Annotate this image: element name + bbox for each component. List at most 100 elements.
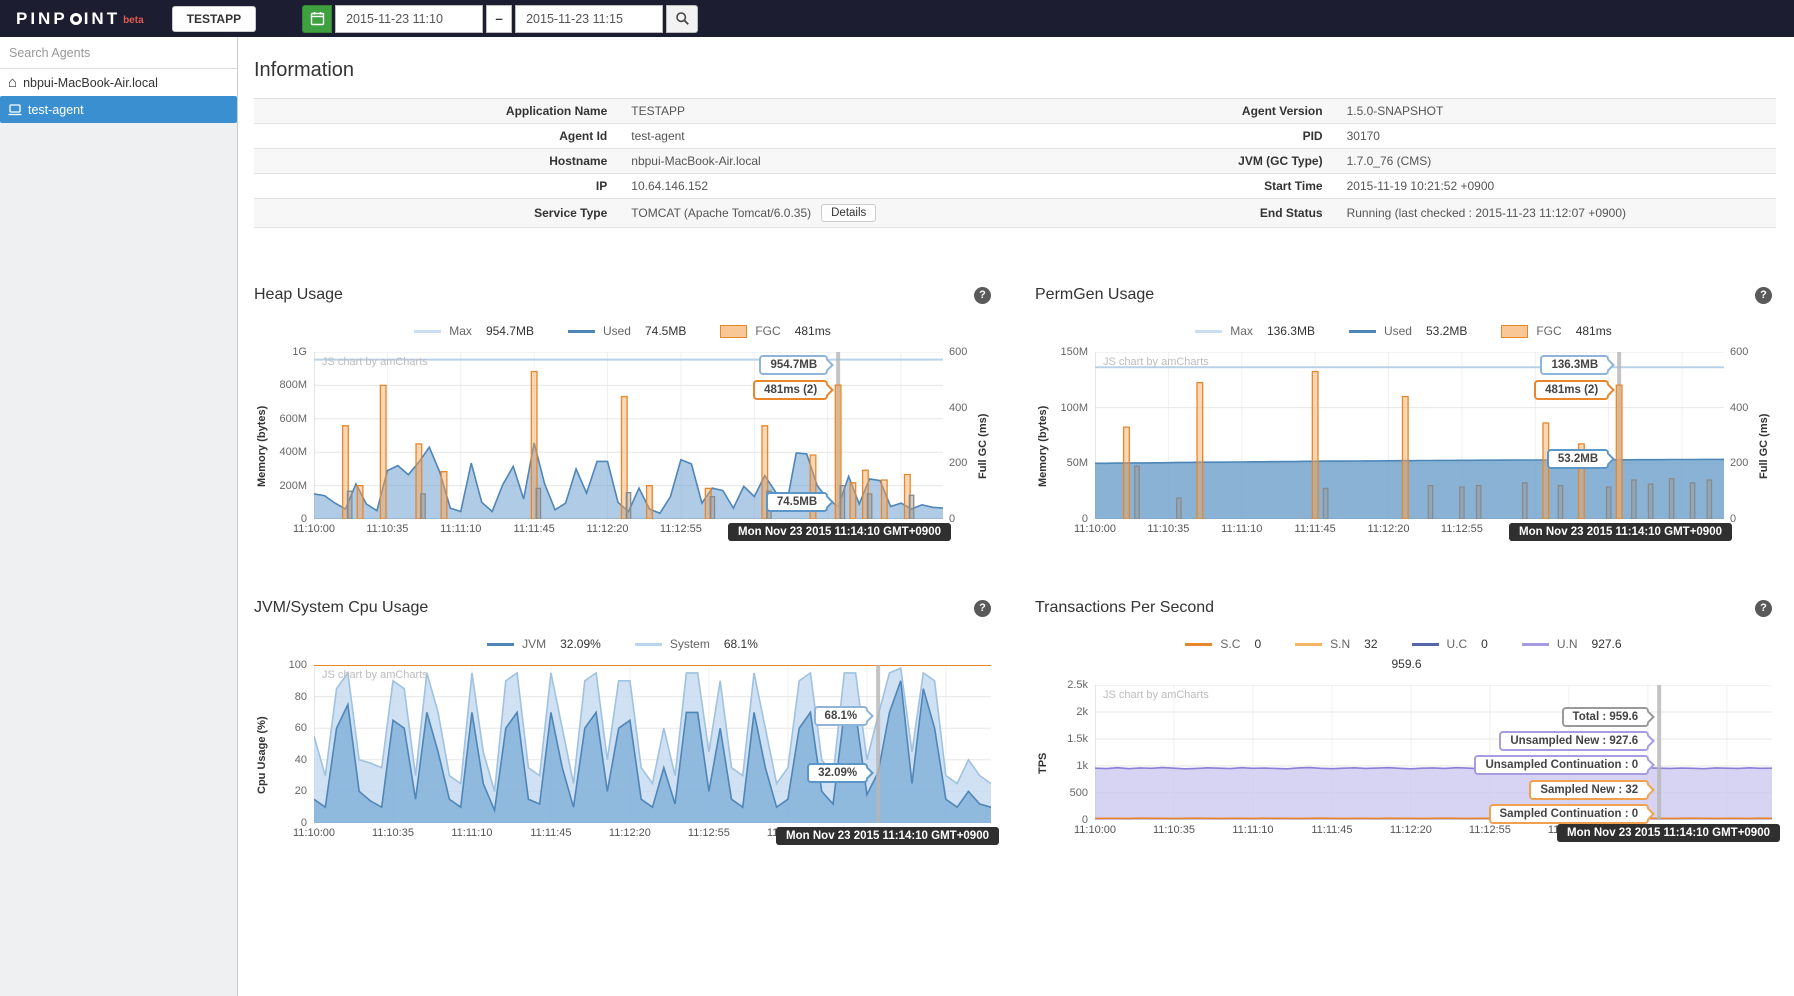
y-axis-ticks: 2.5k 2k 1.5k 1k 500 0 (1051, 679, 1095, 826)
date-separator-button[interactable]: – (486, 4, 513, 33)
agent-info-table: Application Name TESTAPP Agent Version 1… (254, 98, 1776, 228)
x-tick-label: 11:10:00 (292, 827, 336, 839)
value-tooltip: 136.3MB (1540, 355, 1610, 376)
y-tick-label: 1k (1076, 760, 1088, 772)
chart-title: Transactions Per Second (1035, 599, 1215, 616)
info-label: Service Type (534, 206, 608, 220)
search-agents-input[interactable] (0, 37, 237, 69)
legend-label: U.N (1556, 637, 1578, 651)
top-navigation-bar: PINP INT beta TESTAPP – (0, 0, 1794, 37)
legend-swatch (634, 642, 662, 646)
tps-chart: Transactions Per Second S.C 0 S.N 32 U.C 0 U.N… (1035, 599, 1780, 845)
legend-item[interactable]: S.C 0 (1185, 637, 1261, 651)
x-tick-label: 11:12:20 (586, 523, 629, 535)
info-value: 1.5.0-SNAPSHOT (1346, 104, 1444, 118)
help-icon[interactable] (974, 286, 991, 304)
y-tick-label: 40 (294, 753, 307, 766)
legend-value: 0 (1481, 637, 1488, 651)
legend-item[interactable]: FGC 481ms (720, 324, 831, 338)
y-tick-label: 800M (279, 379, 307, 392)
plot-area[interactable]: JS chart by amCharts 954.7MB 481ms (2) 74.… (314, 352, 951, 541)
y2-axis-ticks: 600 400 200 0 (943, 346, 975, 525)
y2-tick-label: 400 (1730, 401, 1749, 414)
legend-item[interactable]: JVM 32.09% (487, 637, 601, 651)
sidebar-item-agent[interactable]: test-agent (0, 96, 237, 123)
y-axis-label: Cpu Usage (%) (256, 716, 268, 794)
date-to-input[interactable] (515, 4, 664, 33)
x-tick-label: 11:12:20 (608, 827, 651, 839)
x-tick-label: 11:11:10 (451, 827, 493, 839)
y-tick-label: 2.5k (1067, 679, 1088, 691)
info-label: IP (595, 179, 608, 193)
y-tick-label: 1G (292, 346, 307, 358)
y2-tick-label: 600 (1730, 346, 1749, 358)
desktop-icon (8, 103, 22, 115)
x-tick-label: 11:12:20 (1367, 523, 1410, 535)
chart-title: JVM/System Cpu Usage (254, 599, 429, 616)
chart-legend-total: 959.6 (1035, 657, 1772, 671)
plot-area[interactable]: JS chart by amCharts 136.3MB 481ms (2) 53.… (1095, 352, 1732, 541)
x-tick-label: 11:10:00 (1073, 523, 1117, 535)
value-tooltip: Unsampled New : 927.6 (1499, 730, 1650, 751)
value-tooltip: Total : 959.6 (1561, 706, 1650, 727)
legend-value: 74.5MB (644, 324, 687, 338)
legend-item[interactable]: FGC 481ms (1501, 324, 1612, 338)
legend-swatch (1521, 642, 1549, 646)
legend-item[interactable]: U.C 0 (1411, 637, 1488, 651)
sidebar-item-host[interactable]: ⌂ nbpui-MacBook-Air.local (0, 69, 237, 96)
x-tick-label: 11:11:45 (1294, 523, 1336, 535)
pinpoint-logo-o-icon (69, 12, 82, 25)
legend-item[interactable]: Used 74.5MB (567, 324, 687, 338)
application-selector-button[interactable]: TESTAPP (171, 5, 257, 32)
date-search-button[interactable] (666, 4, 699, 33)
x-tick-label: 11:12:20 (1389, 824, 1432, 836)
x-tick-label: 11:11:10 (1221, 523, 1263, 535)
calendar-icon (310, 12, 324, 26)
info-value: 10.64.146.152 (631, 179, 709, 193)
legend-swatch (414, 329, 442, 333)
plot-area[interactable]: JS chart by amCharts Total : 959.6 Unsamp… (1095, 685, 1780, 842)
y-tick-label: 150M (1060, 346, 1088, 358)
details-button[interactable]: Details (821, 204, 877, 222)
value-tooltip: 954.7MB (759, 355, 829, 376)
legend-item[interactable]: Max 954.7MB (414, 324, 534, 338)
date-range-picker: – (302, 4, 699, 33)
info-value: 2015-11-19 10:21:52 +0900 (1346, 179, 1495, 193)
legend-total-value: 959.6 (1391, 657, 1422, 671)
plot-area[interactable]: JS chart by amCharts 68.1% 32.09% Mon Nov … (314, 665, 999, 845)
y-axis-label: TPS (1037, 752, 1049, 775)
legend-label: System (669, 637, 710, 651)
y-axis-label: Memory (bytes) (1037, 405, 1049, 488)
x-tick-label: 11:12:55 (1468, 824, 1511, 836)
calendar-button[interactable] (302, 4, 333, 33)
host-label: nbpui-MacBook-Air.local (23, 75, 158, 90)
legend-swatch (720, 324, 748, 338)
x-tick-label: 11:11:10 (440, 523, 482, 535)
info-value: TESTAPP (631, 104, 686, 118)
legend-item[interactable]: Max 136.3MB (1195, 324, 1315, 338)
help-icon[interactable] (1755, 286, 1772, 304)
value-tooltip: 32.09% (807, 762, 869, 783)
legend-item[interactable]: U.N 927.6 (1521, 637, 1622, 651)
legend-item[interactable]: S.N 32 (1295, 637, 1378, 651)
x-tick-label: 11:10:35 (1152, 824, 1195, 836)
service-type-value: TOMCAT (Apache Tomcat/6.0.35) (631, 206, 812, 220)
charts-grid: Heap Usage Max 954.7MB Used 74.5MB FGC 481ms … (254, 286, 1780, 845)
chart-legend: Max 136.3MB Used 53.2MB FGC 481ms (1035, 324, 1772, 338)
legend-item[interactable]: System 68.1% (634, 637, 758, 651)
x-tick-label: 11:12:55 (659, 523, 702, 535)
x-tick-label: 11:10:35 (1147, 523, 1190, 535)
table-row: Agent Id test-agent PID 30170 (254, 124, 1776, 149)
y-axis-label: Memory (bytes) (256, 405, 268, 488)
y-tick-label: 500 (1069, 787, 1088, 799)
legend-swatch (1411, 642, 1439, 646)
help-icon[interactable] (1755, 599, 1772, 617)
date-from-input[interactable] (335, 4, 484, 33)
info-value: 1.7.0_76 (CMS) (1346, 154, 1432, 168)
info-label: Agent Version (1241, 104, 1323, 118)
legend-label: Used (1383, 324, 1412, 338)
legend-item[interactable]: Used 53.2MB (1348, 324, 1467, 338)
help-icon[interactable] (974, 599, 991, 617)
legend-value: 68.1% (723, 637, 758, 651)
legend-label: Max (1230, 324, 1253, 338)
